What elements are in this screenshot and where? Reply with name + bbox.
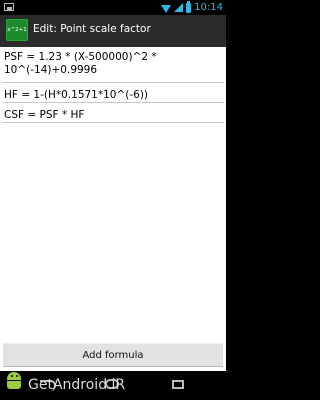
notification-icon bbox=[4, 3, 14, 11]
formula-list: PSF = 1.23 * (X-500000)^2 * 10^(-14)+0.9… bbox=[0, 47, 226, 371]
app-icon-label: x^2+1 bbox=[7, 27, 27, 33]
status-icons: 10:14 bbox=[161, 0, 223, 14]
action-bar: x^2+1 Edit: Point scale factor bbox=[0, 15, 226, 49]
recent-apps-icon[interactable] bbox=[172, 380, 184, 389]
divider bbox=[2, 102, 224, 103]
battery-icon bbox=[186, 0, 192, 13]
status-bar: 10:14 bbox=[0, 0, 226, 15]
page-title: Edit: Point scale factor bbox=[33, 23, 151, 35]
watermark: GetAndroid.iR bbox=[28, 375, 125, 395]
divider bbox=[2, 122, 224, 123]
watermark-text: GetAndroid.iR bbox=[28, 377, 126, 393]
formula-item-psf[interactable]: PSF = 1.23 * (X-500000)^2 * 10^(-14)+0.9… bbox=[4, 51, 222, 77]
status-time: 10:14 bbox=[194, 2, 223, 13]
formula-item-csf[interactable]: CSF = PSF * HF bbox=[4, 109, 222, 122]
app-icon[interactable]: x^2+1 bbox=[6, 19, 28, 41]
wifi-icon bbox=[161, 4, 172, 13]
android-robot-icon bbox=[6, 372, 22, 390]
add-formula-button[interactable]: Add formula bbox=[3, 343, 223, 367]
formula-item-hf[interactable]: HF = 1-(H*0.1571*10^(-6)) bbox=[4, 89, 222, 102]
signal-icon bbox=[174, 3, 184, 12]
divider bbox=[2, 82, 224, 83]
